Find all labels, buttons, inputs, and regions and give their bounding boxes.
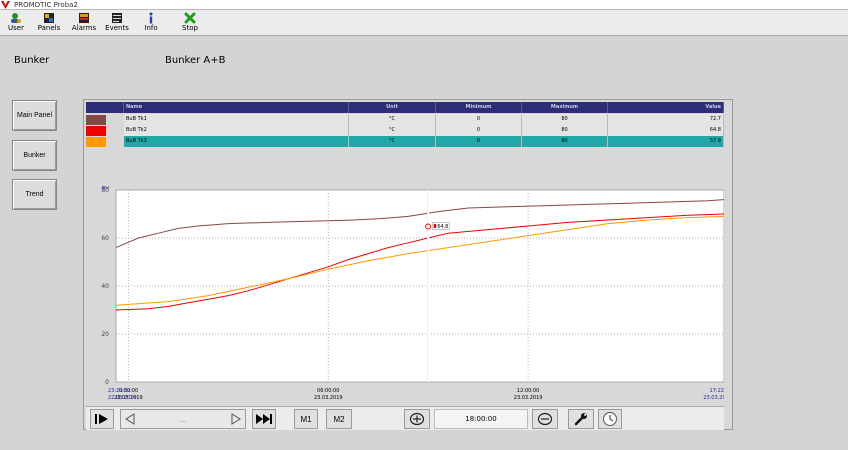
zoom-out-button[interactable]	[532, 409, 558, 429]
alarms-icon	[79, 13, 89, 23]
table-row[interactable]: BuB Tk2 °C 0 80 64.8	[86, 125, 724, 136]
time-range-display[interactable]: 18:00:00	[434, 409, 528, 429]
marker-m1-button[interactable]: M1	[294, 409, 318, 429]
x-tick-date: 23.03.2019	[514, 395, 543, 401]
y-tick-label: 40	[101, 283, 109, 290]
stop-icon	[184, 12, 196, 24]
col-header-maximum[interactable]: Maximum	[522, 102, 608, 113]
col-header-minimum[interactable]: Minimum	[436, 102, 522, 113]
cell-unit: °C	[349, 114, 436, 125]
toolbar-stop-label: Stop	[182, 24, 198, 32]
cursor-value-swatch	[433, 223, 437, 228]
time-scrollbar[interactable]: ...	[120, 409, 246, 429]
toolbar-stop-button[interactable]: Stop	[178, 12, 202, 34]
table-row[interactable]: BuB Tk3 °C 0 80 57.9	[86, 136, 724, 147]
cell-name: BuB Tk3	[124, 136, 349, 147]
cell-minimum: 0	[436, 136, 522, 147]
trend-control-bar: ... M1 M2 18:00:00	[86, 406, 724, 430]
page-title-left: Bunker	[14, 55, 50, 66]
marker-m2-button[interactable]: M2	[326, 409, 352, 429]
promotic-logo-icon	[1, 1, 10, 9]
events-icon	[112, 13, 122, 23]
cell-name: BuB Tk1	[124, 114, 349, 125]
settings-button[interactable]	[568, 409, 594, 429]
info-icon	[149, 12, 153, 24]
col-header-unit[interactable]: Unit	[349, 102, 436, 113]
jump-end-button[interactable]	[252, 409, 276, 429]
zoom-in-button[interactable]	[404, 409, 430, 429]
y-tick-label: 0	[105, 379, 109, 386]
y-tick-label: 20	[101, 331, 109, 338]
fast-forward-end-icon	[256, 414, 272, 424]
panels-icon	[44, 13, 54, 23]
scroll-thumb[interactable]: ...	[180, 415, 187, 424]
cell-value: 57.9	[608, 136, 724, 147]
page-title-center: Bunker A+B	[165, 55, 226, 66]
window-titlebar: PROMOTIC Proba2	[0, 0, 848, 10]
toolbar-alarms-label: Alarms	[71, 24, 97, 32]
wrench-icon	[574, 413, 587, 426]
x-tick-time: 12:00:00	[517, 388, 539, 394]
toolbar-info-button[interactable]: Info	[140, 12, 162, 34]
col-header-value[interactable]: Value	[608, 102, 724, 113]
toolbar-events-label: Events	[105, 24, 129, 32]
trend-chart[interactable]: 00202040406060808080800:00:0023.03.20190…	[86, 186, 724, 406]
cell-value: 64.8	[608, 125, 724, 136]
y-tick-label: 60	[101, 235, 109, 242]
x-end-time: 17:22:32	[710, 388, 724, 394]
window-title: PROMOTIC Proba2	[14, 1, 78, 9]
zoom-out-icon	[537, 412, 553, 426]
cell-value: 72.7	[608, 114, 724, 125]
bunker-button[interactable]: Bunker	[12, 140, 57, 171]
toolbar-info-label: Info	[144, 24, 158, 32]
clock-icon	[603, 412, 617, 426]
cell-unit: °C	[349, 136, 436, 147]
toolbar-user-button[interactable]: User	[4, 12, 28, 34]
toolbar-alarms-button[interactable]: Alarms	[70, 12, 98, 34]
series-color-swatch	[86, 137, 106, 147]
trend-button[interactable]: Trend	[12, 179, 57, 210]
x-end-date: 23.03.2019	[703, 395, 724, 401]
series-color-swatch	[86, 126, 106, 136]
table-header-row: Name Unit Minimum Maximum Value	[86, 102, 724, 113]
cell-minimum: 0	[436, 125, 522, 136]
toolbar-panels-label: Panels	[37, 24, 61, 32]
table-row[interactable]: BuB Tk1 °C 0 80 72.7	[86, 114, 724, 125]
y-top-label: 80	[101, 186, 109, 191]
scroll-right-icon[interactable]	[231, 413, 241, 425]
clock-button[interactable]	[598, 409, 622, 429]
main-toolbar: User Panels Alarms Events Info Stop	[0, 10, 848, 36]
x-start-date: 22.03.2019	[108, 395, 137, 401]
cell-unit: °C	[349, 125, 436, 136]
series-color-swatch	[86, 115, 106, 125]
play-button[interactable]	[90, 409, 114, 429]
play-icon	[95, 414, 108, 424]
x-tick-time: 06:00:00	[317, 388, 339, 394]
cursor-value-label: 64.8	[437, 224, 448, 230]
toolbar-events-button[interactable]: Events	[104, 12, 130, 34]
x-start-time: 23:22:32	[108, 388, 130, 394]
user-icon	[11, 13, 21, 23]
toolbar-user-label: User	[8, 24, 24, 32]
cell-minimum: 0	[436, 114, 522, 125]
cell-maximum: 80	[522, 136, 608, 147]
scroll-left-icon[interactable]	[125, 413, 135, 425]
cell-maximum: 80	[522, 114, 608, 125]
col-header-name[interactable]: Name	[124, 102, 349, 113]
cell-maximum: 80	[522, 125, 608, 136]
main-panel-button[interactable]: Main Panel	[12, 100, 57, 131]
cell-name: BuB Tk2	[124, 125, 349, 136]
zoom-in-icon	[409, 412, 425, 426]
x-tick-date: 23.03.2019	[314, 395, 343, 401]
toolbar-panels-button[interactable]: Panels	[36, 12, 62, 34]
